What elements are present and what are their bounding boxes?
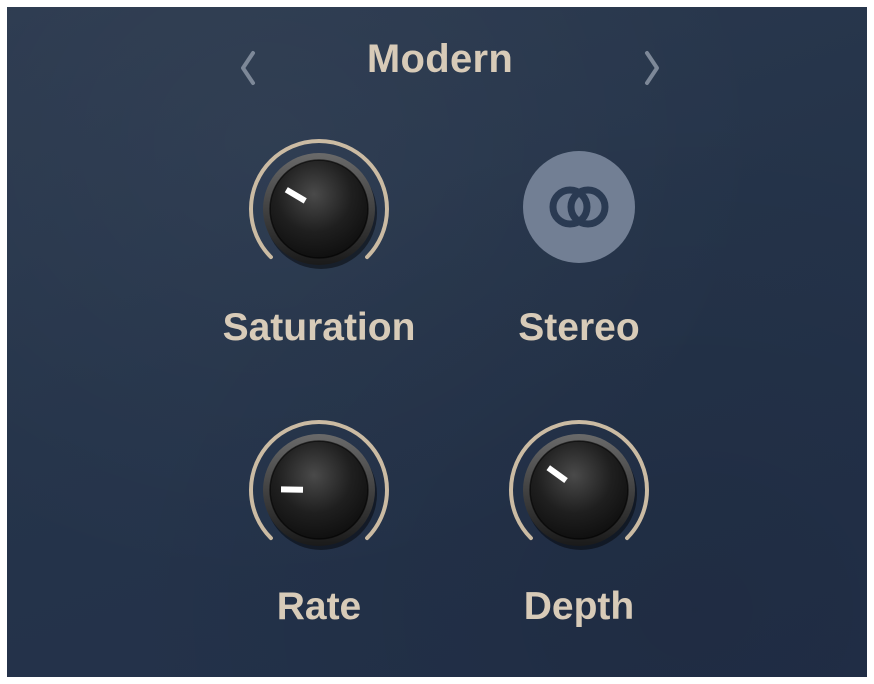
preset-selector: Modern — [7, 29, 867, 99]
depth-knob[interactable] — [504, 415, 654, 565]
rate-control: Rate — [189, 415, 449, 640]
preset-name[interactable]: Modern — [10, 37, 867, 82]
stereo-rings-icon — [549, 186, 609, 228]
depth-control: Depth — [449, 415, 709, 640]
depth-label: Depth — [523, 585, 635, 628]
stereo-control: Stereo — [449, 134, 709, 359]
saturation-label: Saturation — [222, 306, 416, 349]
saturation-knob[interactable] — [244, 134, 394, 284]
stereo-button[interactable] — [523, 151, 635, 263]
stereo-label: Stereo — [518, 306, 640, 349]
saturation-control: Saturation — [189, 134, 449, 359]
rate-label: Rate — [276, 585, 362, 628]
rate-knob[interactable] — [244, 415, 394, 565]
plugin-panel: Modern Saturation Stereo Rate Depth — [7, 7, 867, 677]
chevron-right-icon[interactable] — [631, 43, 671, 93]
